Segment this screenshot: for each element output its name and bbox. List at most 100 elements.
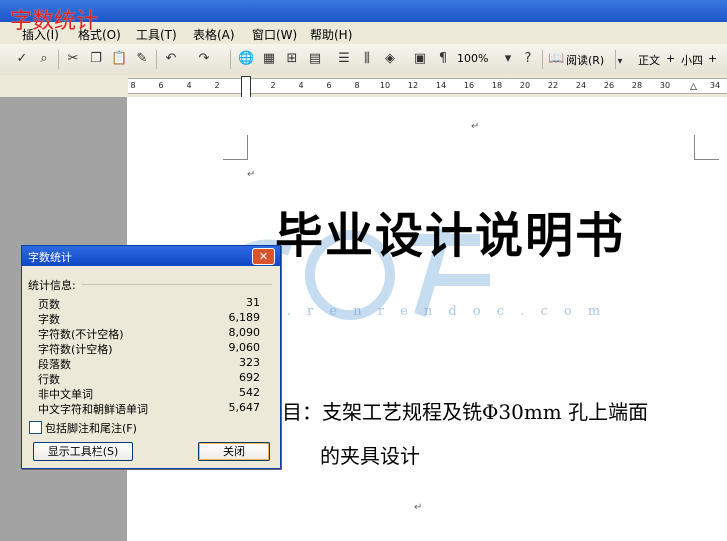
indent-marker[interactable]	[241, 76, 251, 98]
stat-row: 字符数(不计空格) 8,090	[38, 326, 260, 341]
tables-borders-icon[interactable]: ▦	[261, 51, 277, 67]
stat-row: 中文字符和朝鲜语单词 5,647	[38, 401, 260, 416]
stat-row: 字数 6,189	[38, 311, 260, 326]
ruler-tick: 26	[603, 81, 615, 90]
dialog-title: 字数统计	[28, 251, 72, 264]
toolbar-options-icon[interactable]: ▾	[615, 54, 625, 70]
stat-label: 字数	[38, 313, 60, 326]
banner-title: 字数统计	[10, 9, 99, 34]
paragraph-mark: ↵	[247, 169, 256, 180]
research-icon[interactable]: ⌕	[36, 51, 52, 67]
ruler-tick: 28	[631, 81, 643, 90]
ruler-tick: 8	[130, 81, 136, 90]
crop-mark	[694, 135, 719, 160]
ruler-tick: 12	[407, 81, 419, 90]
word-count-dialog: 字数统计 ✕ 统计信息: 页数 31 字数 6,189 字符数(不计空格) 8,…	[21, 245, 281, 469]
right-indent-marker[interactable]: △	[690, 82, 697, 92]
ruler-tick: 2	[214, 81, 220, 90]
ruler-tick: 2	[270, 81, 276, 90]
stat-row: 页数 31	[38, 296, 260, 311]
format-painter-icon[interactable]: ✎	[134, 51, 150, 67]
help-icon[interactable]: ?	[520, 51, 536, 67]
close-button[interactable]: 关闭	[198, 442, 270, 461]
print-preview-icon[interactable]: ▣	[412, 51, 428, 67]
ruler-tick: 20	[519, 81, 531, 90]
document-line-2: 的夹具设计	[320, 444, 420, 468]
hyperlink-icon[interactable]: 🌐	[238, 51, 254, 67]
stats-section-label: 统计信息:	[28, 279, 76, 292]
menu-bar: 插入(I) 格式(O) 工具(T) 表格(A) 窗口(W) 帮助(H)	[0, 22, 727, 45]
stat-row: 字符数(计空格) 9,060	[38, 341, 260, 356]
stat-value: 323	[239, 356, 260, 369]
stat-row: 段落数 323	[38, 356, 260, 371]
undo-icon[interactable]: ↶	[163, 51, 179, 67]
style-select[interactable]: 正文	[638, 52, 660, 68]
columns-icon[interactable]: ☰	[336, 51, 352, 67]
show-toolbar-button[interactable]: 显示工具栏(S)	[33, 442, 133, 461]
style-dropdown-icon[interactable]: +	[666, 52, 675, 65]
zoom-select[interactable]: 100%	[457, 52, 488, 65]
chevron-down-icon[interactable]: ▾	[500, 51, 516, 67]
stat-label: 页数	[38, 298, 60, 311]
stat-value: 5,647	[228, 401, 261, 414]
stat-value: 6,189	[228, 311, 261, 324]
document-map-icon[interactable]: ◈	[382, 51, 398, 67]
toolbar-separator	[230, 50, 231, 69]
stat-value: 9,060	[228, 341, 261, 354]
cut-icon[interactable]: ✂	[65, 51, 81, 67]
stat-label: 非中文单词	[38, 388, 93, 401]
menu-help[interactable]: 帮助(H)	[310, 26, 352, 43]
read-button[interactable]: 阅读(R)	[566, 52, 604, 68]
paragraph-mark: ↵	[414, 502, 423, 513]
crop-mark	[223, 135, 248, 160]
insert-table-icon[interactable]: ⊞	[284, 51, 300, 67]
toolbar-separator	[156, 50, 157, 69]
ruler-tick: 10	[379, 81, 391, 90]
ruler-tick: 18	[491, 81, 503, 90]
read-icon[interactable]: 📖	[548, 51, 564, 67]
close-icon[interactable]: ✕	[252, 248, 275, 265]
paste-icon[interactable]: 📋	[111, 51, 127, 67]
drawing-icon[interactable]: ⫼	[359, 51, 375, 67]
stat-label: 段落数	[38, 358, 71, 371]
stat-value: 542	[239, 386, 260, 399]
stat-label: 行数	[38, 373, 60, 386]
stat-value: 692	[239, 371, 260, 384]
ruler-tick: 16	[463, 81, 475, 90]
font-size-select[interactable]: 小四	[681, 52, 703, 68]
paragraph-mark: ↵	[471, 121, 480, 132]
include-footnotes-label[interactable]: 包括脚注和尾注(F)	[45, 420, 137, 436]
spelling-icon[interactable]: ✓	[14, 51, 30, 67]
ruler-tick: 34	[709, 81, 721, 90]
ruler-tick: 22	[547, 81, 559, 90]
menu-tools[interactable]: 工具(T)	[136, 26, 177, 43]
ruler-tick: 6	[158, 81, 164, 90]
toolbar-separator	[542, 50, 543, 69]
document-title: 毕业设计说明书	[275, 208, 626, 264]
horizontal-ruler[interactable]: 8 6 4 2 2 4 6 8 10 12 14 16 18 20 22 24 …	[128, 76, 727, 98]
ruler-tick: 6	[326, 81, 332, 90]
ruler-tick: 30	[659, 81, 671, 90]
font-size-dropdown-icon[interactable]: +	[708, 52, 717, 65]
title-bar	[0, 0, 727, 22]
menu-window[interactable]: 窗口(W)	[252, 26, 297, 43]
stat-value: 31	[246, 296, 260, 309]
standard-toolbar: ✓ ⌕ ✂ ❐ 📋 ✎ ↶ ↷ 🌐 ▦ ⊞ ▤ ☰ ⫼ ◈ ▣ ¶ 100% ▾…	[0, 44, 727, 76]
menu-table[interactable]: 表格(A)	[193, 26, 235, 43]
insert-excel-icon[interactable]: ▤	[307, 51, 323, 67]
stat-label: 字符数(计空格)	[38, 343, 113, 356]
stat-value: 8,090	[228, 326, 261, 339]
ruler-tick: 14	[435, 81, 447, 90]
section-divider	[82, 284, 272, 285]
stat-label: 中文字符和朝鲜语单词	[38, 403, 148, 416]
show-hide-icon[interactable]: ¶	[435, 51, 451, 67]
stat-row: 行数 692	[38, 371, 260, 386]
ruler-tick: 8	[354, 81, 360, 90]
ruler-tick: 24	[575, 81, 587, 90]
include-footnotes-checkbox[interactable]	[29, 421, 42, 434]
copy-icon[interactable]: ❐	[88, 51, 104, 67]
stat-label: 字符数(不计空格)	[38, 328, 124, 341]
toolbar-separator	[58, 50, 59, 69]
redo-icon[interactable]: ↷	[196, 51, 212, 67]
stat-row: 非中文单词 542	[38, 386, 260, 401]
